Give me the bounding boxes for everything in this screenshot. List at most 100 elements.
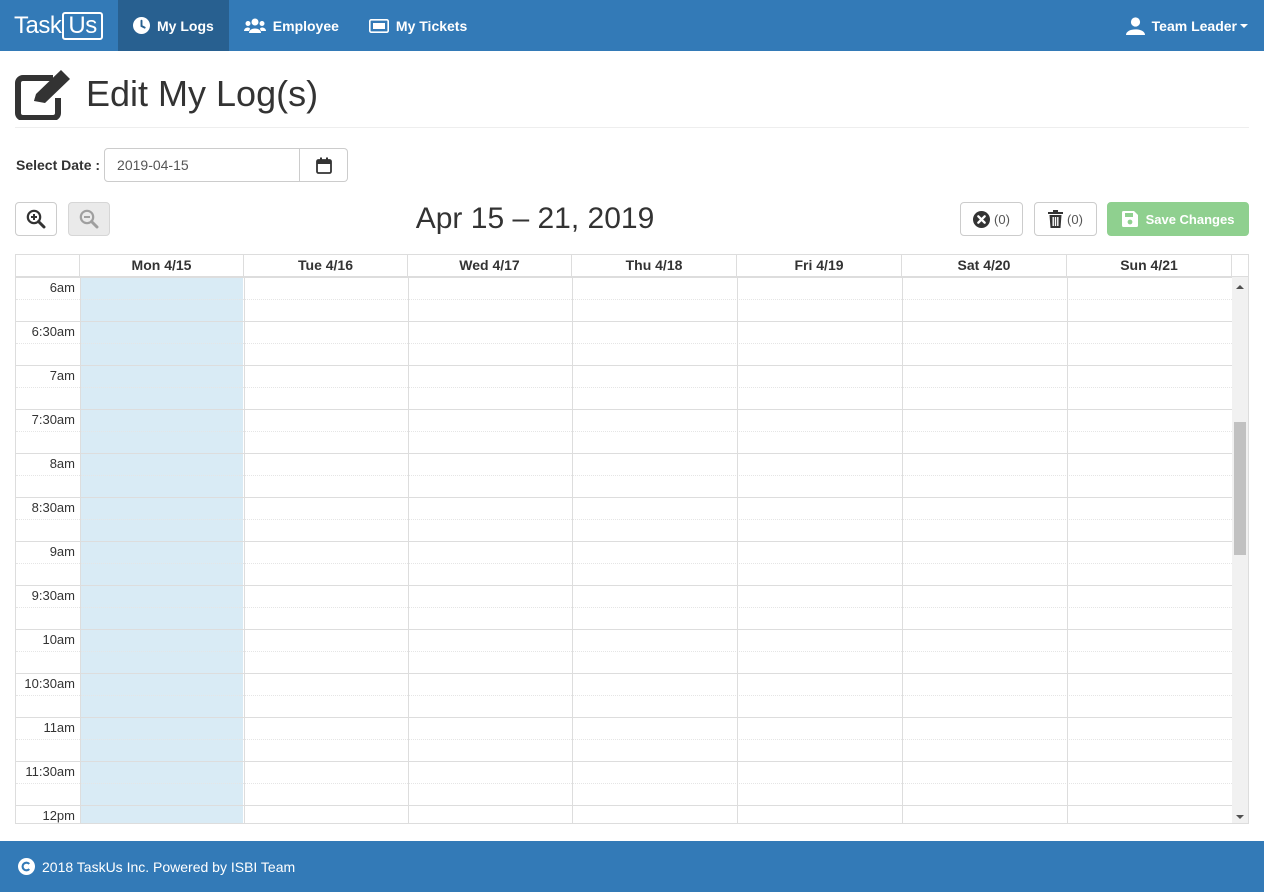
clock-icon [133,17,150,34]
time-slot-row[interactable]: 12pm [16,805,1232,823]
date-select-row: Select Date : [16,148,349,182]
day-column-divider [572,277,573,823]
calendar-header-row: Mon 4/15 Tue 4/16 Wed 4/17 Thu 4/18 Fri … [16,255,1248,277]
nav-employee-label: Employee [272,17,339,34]
calendar-toolbar: Apr 15 – 21, 2019 (0) (0) Save Changes [15,202,1249,238]
clear-count: (0) [994,211,1010,227]
copyright-icon [18,858,35,875]
half-slot-row[interactable] [16,739,1232,761]
time-label: 12pm [42,808,75,823]
zoom-out-button[interactable] [68,202,110,236]
top-navbar: Task Us My Logs Employee My Tickets Team … [0,0,1264,51]
page-header: Edit My Log(s) [15,64,1249,128]
half-slot-row[interactable] [16,343,1232,365]
nav-my-logs[interactable]: My Logs [118,0,229,51]
day-column-divider [902,277,903,823]
time-axis-header [16,255,80,276]
half-slot-row[interactable] [16,607,1232,629]
clear-changes-button[interactable]: (0) [960,202,1023,236]
time-label: 6:30am [31,324,75,339]
date-input[interactable] [104,148,301,182]
brand-box-text: Us [62,11,103,40]
day-header-sun[interactable]: Sun 4/21 [1067,255,1232,276]
time-label: 7:30am [31,412,75,427]
delete-count: (0) [1067,211,1083,227]
time-label: 9:30am [31,588,75,603]
day-column-divider [408,277,409,823]
half-slot-row[interactable] [16,695,1232,717]
floppy-disk-icon [1121,211,1138,227]
day-column-divider [737,277,738,823]
time-label: 11:30am [25,764,75,779]
day-header-mon[interactable]: Mon 4/15 [80,255,244,276]
delete-button[interactable]: (0) [1034,202,1097,236]
nav-employee[interactable]: Employee [229,0,354,51]
half-slot-row[interactable] [16,783,1232,805]
page-title: Edit My Log(s) [86,73,319,114]
day-header-wed[interactable]: Wed 4/17 [408,255,572,276]
calendar-button[interactable] [300,148,349,182]
time-label: 8am [49,456,75,471]
scrollbar-thumb[interactable] [1234,422,1246,555]
time-label: 10:30am [24,676,75,691]
time-slot-row[interactable]: 11am [16,717,1232,739]
trash-icon [1048,210,1064,228]
users-icon [243,18,266,33]
time-label: 11am [43,720,75,735]
user-icon [1125,16,1145,35]
page-footer: 2018 TaskUs Inc. Powered by ISBI Team [0,841,1264,892]
half-slot-row[interactable] [16,519,1232,541]
half-slot-row[interactable] [16,387,1232,409]
time-slot-row[interactable]: 6:30am [16,321,1232,343]
time-label: 8:30am [31,500,75,515]
day-header-thu[interactable]: Thu 4/18 [572,255,737,276]
half-slot-row[interactable] [16,563,1232,585]
date-label: Select Date : [16,157,101,173]
half-slot-row[interactable] [16,475,1232,497]
time-slot-row[interactable]: 7am [16,365,1232,387]
user-menu[interactable]: Team Leader [1111,0,1264,51]
edit-icon [15,70,70,120]
day-header-fri[interactable]: Fri 4/19 [737,255,902,276]
chevron-down-icon [1240,23,1248,28]
day-header-tue[interactable]: Tue 4/16 [244,255,408,276]
day-header-sat[interactable]: Sat 4/20 [902,255,1067,276]
ticket-icon [368,18,389,33]
time-slot-row[interactable]: 7:30am [16,409,1232,431]
zoom-in-button[interactable] [15,202,57,236]
time-slot-row[interactable]: 8:30am [16,497,1232,519]
save-changes-label: Save Changes [1145,211,1235,227]
time-label: 7am [49,368,75,383]
time-slot-row[interactable]: 9:30am [16,585,1232,607]
zoom-out-icon [79,209,99,229]
nav-my-tickets[interactable]: My Tickets [354,0,482,51]
day-column-divider [1067,277,1068,823]
calendar-time-grid[interactable]: 6am 6:30am 7am 7:30am 8am 8:30am 9am 9:30am 10am… [16,277,1232,823]
half-slot-row[interactable] [16,431,1232,453]
time-slot-row[interactable]: 11:30am [16,761,1232,783]
time-slot-row[interactable]: 9am [16,541,1232,563]
times-circle-icon [973,210,991,228]
scroll-down-arrow-icon[interactable] [1236,815,1244,819]
time-slot-row[interactable]: 8am [16,453,1232,475]
half-slot-row[interactable] [16,299,1232,321]
time-label: 6am [49,280,75,295]
zoom-in-icon [26,209,46,229]
time-slot-row[interactable]: 10am [16,629,1232,651]
day-column-divider [244,277,245,823]
date-range-title: Apr 15 – 21, 2019 [415,202,655,235]
brand-logo[interactable]: Task Us [0,0,118,51]
calendar-scrollbar[interactable] [1232,277,1248,823]
half-slot-row[interactable] [16,651,1232,673]
week-calendar: Mon 4/15 Tue 4/16 Wed 4/17 Thu 4/18 Fri … [15,254,1249,824]
time-slot-row[interactable]: 6am [16,277,1232,299]
nav-my-tickets-label: My Tickets [395,17,468,34]
save-changes-button[interactable]: Save Changes [1107,202,1249,236]
scroll-up-arrow-icon[interactable] [1236,285,1244,289]
time-slot-row[interactable]: 10:30am [16,673,1232,695]
footer-text: 2018 TaskUs Inc. Powered by ISBI Team [42,858,296,875]
user-menu-label: Team Leader [1151,17,1237,34]
nav-my-logs-label: My Logs [157,17,214,34]
brand-text: Task [14,11,62,39]
time-label: 10am [42,632,75,647]
